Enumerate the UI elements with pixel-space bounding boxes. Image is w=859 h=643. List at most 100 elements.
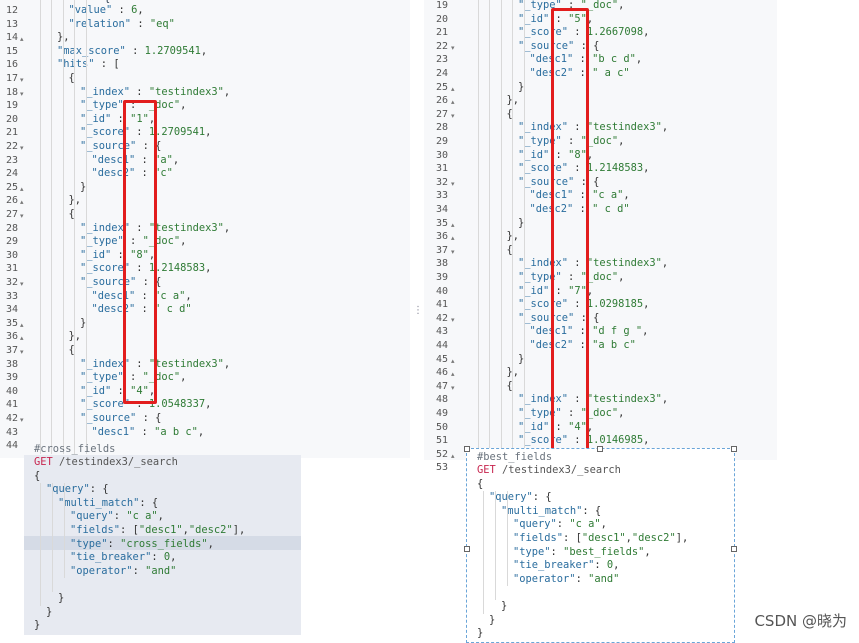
right-response-panel[interactable]: 19 20 21 22 ▾ 23 24 25 ▴ 26 ▴ 27 ▾ 28 29 30 31 32 ▾ 33 34 35 ▴…	[424, 0, 777, 473]
line-number: 35	[435, 217, 448, 229]
fold-expanded-icon[interactable]: ▾	[20, 212, 24, 220]
fold-expanded-icon[interactable]: ▾	[20, 280, 24, 288]
fold-expanded-icon[interactable]: ▾	[451, 112, 455, 120]
fold-collapse-icon[interactable]: ▴	[451, 370, 455, 378]
fold-expanded-icon[interactable]: ▾	[451, 248, 455, 256]
line-number: 34	[5, 304, 18, 316]
id-highlight-box	[123, 100, 157, 404]
panel-resize-handle[interactable]: ⋮	[413, 305, 423, 316]
response-code: "_type" : "_doc", "_id" : "5", "_score" : …	[472, 0, 777, 460]
indent-guide	[39, 0, 41, 454]
indent-guide	[64, 483, 65, 579]
line-number: 14	[5, 32, 18, 44]
line-number: 28	[435, 122, 448, 134]
line-number: 33	[435, 190, 448, 202]
request-body-line: "multi_match": {	[58, 496, 159, 509]
line-number: 21	[5, 127, 18, 139]
request-body-line: "type": "best_fields",	[513, 545, 651, 558]
request-body-line: "type": "cross_fields",	[70, 537, 214, 550]
line-number: 20	[5, 113, 18, 125]
line-number: 27	[5, 209, 18, 220]
fold-expanded-icon[interactable]: ▾	[20, 144, 24, 152]
line-number: 13	[5, 18, 18, 30]
code-line: "relation" : "eq"	[68, 17, 175, 30]
code-line: "_index" : "testindex3",	[518, 121, 669, 134]
line-number: 37	[435, 244, 448, 256]
fold-expanded-icon[interactable]: ▾	[20, 76, 24, 84]
resize-handle-top-left[interactable]	[464, 446, 470, 452]
fold-collapse-icon[interactable]: ▴	[451, 85, 455, 93]
fold-expanded-icon[interactable]: ▾	[20, 348, 24, 356]
indent-guide	[52, 483, 53, 592]
line-number: 32	[5, 277, 18, 288]
left-response-panel[interactable]: 12 13 14 ▴ 15 16 17 ▾ 18 ▾ 19 20 21 22 ▾ 23 24 25 ▴ 26 ▴ 27 ▾ 2…	[0, 0, 410, 458]
line-number: 48	[435, 394, 448, 406]
line-number: 25	[5, 181, 18, 193]
code-line: "_index" : "testindex3",	[80, 85, 231, 98]
line-number: 17	[5, 73, 18, 84]
line-number: 24	[5, 168, 18, 180]
line-number: 15	[5, 45, 18, 57]
line-number: 19	[5, 100, 18, 112]
resize-handle-left[interactable]	[464, 546, 470, 552]
code-line: "_index" : "testindex3",	[518, 257, 669, 270]
fold-expanded-icon[interactable]: ▾	[451, 44, 455, 52]
fold-collapse-icon[interactable]: ▴	[451, 98, 455, 106]
fold-collapse-icon[interactable]: ▴	[20, 321, 24, 329]
line-number: 52	[435, 448, 448, 460]
response-code: "value" : 6, "relation" : "eq"}, "max_scor…	[34, 0, 410, 458]
cross-fields-request-editor[interactable]: GET /testindex3/_search{"query": {"multi…	[24, 455, 301, 635]
fold-collapse-icon[interactable]: ▴	[20, 35, 24, 43]
request-code: GET /testindex3/_search{"query": {"multi…	[24, 455, 301, 635]
fold-expanded-icon[interactable]: ▾	[20, 416, 24, 424]
indent-guide	[85, 0, 87, 454]
line-number: 23	[435, 54, 448, 66]
line-number: 34	[435, 204, 448, 215]
line-number: 21	[435, 27, 448, 39]
fold-collapse-icon[interactable]: ▴	[451, 234, 455, 242]
line-number: 29	[5, 236, 18, 248]
line-number: 44	[435, 340, 448, 351]
line-number: 26	[435, 95, 448, 107]
line-number: 44	[5, 440, 18, 452]
fold-collapse-icon[interactable]: ▴	[20, 334, 24, 342]
resize-handle-top-right[interactable]	[731, 446, 737, 452]
fold-collapse-icon[interactable]: ▴	[20, 198, 24, 206]
request-body-line: "query": "c a",	[70, 510, 164, 523]
line-number: 35	[5, 317, 18, 329]
resize-handle-top[interactable]	[597, 446, 603, 452]
request-body-line: }	[477, 627, 484, 640]
line-number-gutter: 12 13 14 ▴ 15 16 17 ▾ 18 ▾ 19 20 21 22 ▾ 23 24 25 ▴ 26 ▴ 27 ▾ 2…	[0, 0, 28, 458]
code-line: "hits" : [	[57, 58, 120, 71]
fold-expanded-icon[interactable]: ▾	[451, 384, 455, 392]
line-number: 22	[435, 40, 448, 52]
fold-collapse-icon[interactable]: ▴	[451, 452, 455, 460]
fold-expanded-icon[interactable]: ▾	[20, 90, 24, 98]
indent-guide	[51, 0, 52, 454]
request-body-line: "operator": "and"	[70, 564, 177, 577]
line-number: 24	[435, 68, 448, 79]
resize-handle-right[interactable]	[731, 546, 737, 552]
line-number: 20	[435, 13, 448, 25]
line-number: 12	[5, 5, 18, 16]
best-fields-request-editor[interactable]: #best_fields GET /testindex3/_search{"que…	[466, 448, 735, 643]
line-number: 16	[5, 59, 18, 71]
line-number: 29	[435, 136, 448, 147]
http-method: GET	[477, 464, 496, 476]
indent-guide	[477, 0, 479, 460]
code-line: "max_score" : 1.2709541,	[57, 44, 208, 57]
fold-expanded-icon[interactable]: ▾	[451, 180, 455, 188]
fold-expanded-icon[interactable]: ▾	[451, 316, 455, 324]
line-number: 31	[5, 263, 18, 275]
request-body-line: }	[58, 592, 65, 604]
line-number: 39	[435, 272, 448, 283]
indent-guide	[62, 0, 64, 454]
fold-collapse-icon[interactable]: ▴	[20, 185, 24, 193]
indent-guide	[483, 491, 484, 614]
request-comment: #cross_fields	[34, 443, 116, 455]
line-number: 51	[435, 435, 448, 447]
line-number: 26	[5, 195, 18, 207]
fold-collapse-icon[interactable]: ▴	[451, 221, 455, 229]
indent-guide	[500, 0, 502, 460]
fold-collapse-icon[interactable]: ▴	[451, 357, 455, 365]
